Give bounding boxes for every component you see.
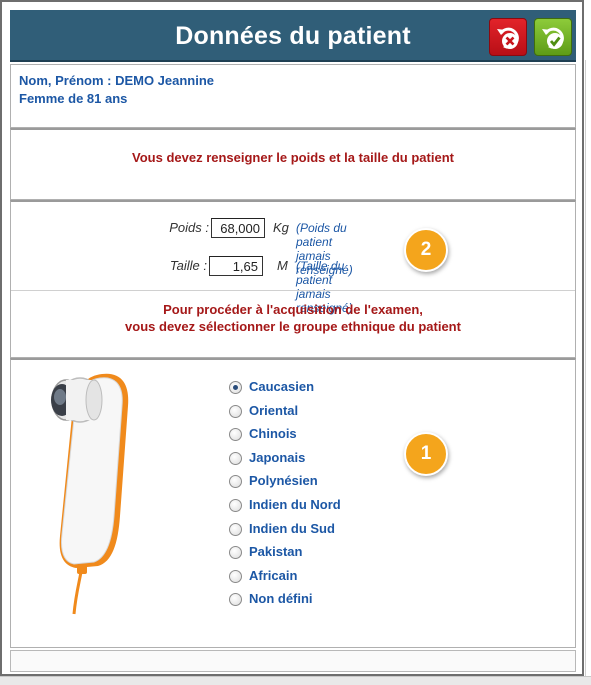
radio-label: Indien du Nord <box>249 497 341 512</box>
height-field[interactable] <box>209 256 263 276</box>
annotation-badge-2: 2 <box>404 228 448 272</box>
patient-age: Femme de 81 ans <box>19 91 128 106</box>
radio-button[interactable] <box>229 569 242 583</box>
weight-field[interactable] <box>211 218 265 238</box>
height-unit: M <box>277 258 288 273</box>
status-bar <box>10 650 576 672</box>
radio-label: Oriental <box>249 402 299 418</box>
spirometer-image <box>51 373 129 615</box>
annotation-badge-1: 1 <box>404 432 448 476</box>
radio-button[interactable] <box>229 428 242 442</box>
radio-label: Non défini <box>249 591 313 607</box>
radio-label: Chinois <box>249 426 297 442</box>
background-edge <box>585 60 591 680</box>
section-divider <box>11 290 575 291</box>
background-footer <box>0 676 591 685</box>
weight-label: Poids : <box>169 220 209 235</box>
weight-height-notice-panel: Vous devez renseigner le poids et la tai… <box>10 128 576 200</box>
radio-button[interactable] <box>229 593 242 607</box>
weight-unit: Kg <box>273 220 289 235</box>
ethnic-notice-line2: vous devez sélectionner le groupe ethniq… <box>125 319 461 334</box>
radio-label: Africain <box>249 567 298 583</box>
cancel-button[interactable] <box>489 18 527 56</box>
weight-height-notice: Vous devez renseigner le poids et la tai… <box>132 150 454 165</box>
cancel-icon <box>497 27 519 49</box>
patient-identity-panel: Nom, Prénom : DEMO Jeannine Femme de 81 … <box>10 64 576 128</box>
patient-name: Nom, Prénom : DEMO Jeannine <box>19 73 215 88</box>
height-label: Taille : <box>169 258 207 273</box>
radio-button[interactable] <box>229 451 242 465</box>
title-bar: Données du patient <box>10 10 576 62</box>
radio-label: Polynésien <box>249 473 318 489</box>
radio-label: Pakistan <box>249 544 303 560</box>
radio-button[interactable] <box>229 381 242 394</box>
ethnic-notice-line1: Pour procéder à l'acquisition de l'exame… <box>163 302 423 317</box>
radio-button[interactable] <box>229 404 242 418</box>
validate-icon <box>542 27 564 49</box>
radio-button[interactable] <box>229 475 242 489</box>
radio-label: Indien du Sud <box>249 520 335 536</box>
validate-button[interactable] <box>534 18 572 56</box>
radio-button[interactable] <box>229 522 242 536</box>
radio-label: Caucasien <box>249 379 315 394</box>
radio-label: Japonais <box>249 449 306 465</box>
measures-panel: Poids : Kg (Poids du patient jamais rens… <box>10 200 576 358</box>
radio-button[interactable] <box>229 499 242 512</box>
radio-button[interactable] <box>229 546 242 560</box>
